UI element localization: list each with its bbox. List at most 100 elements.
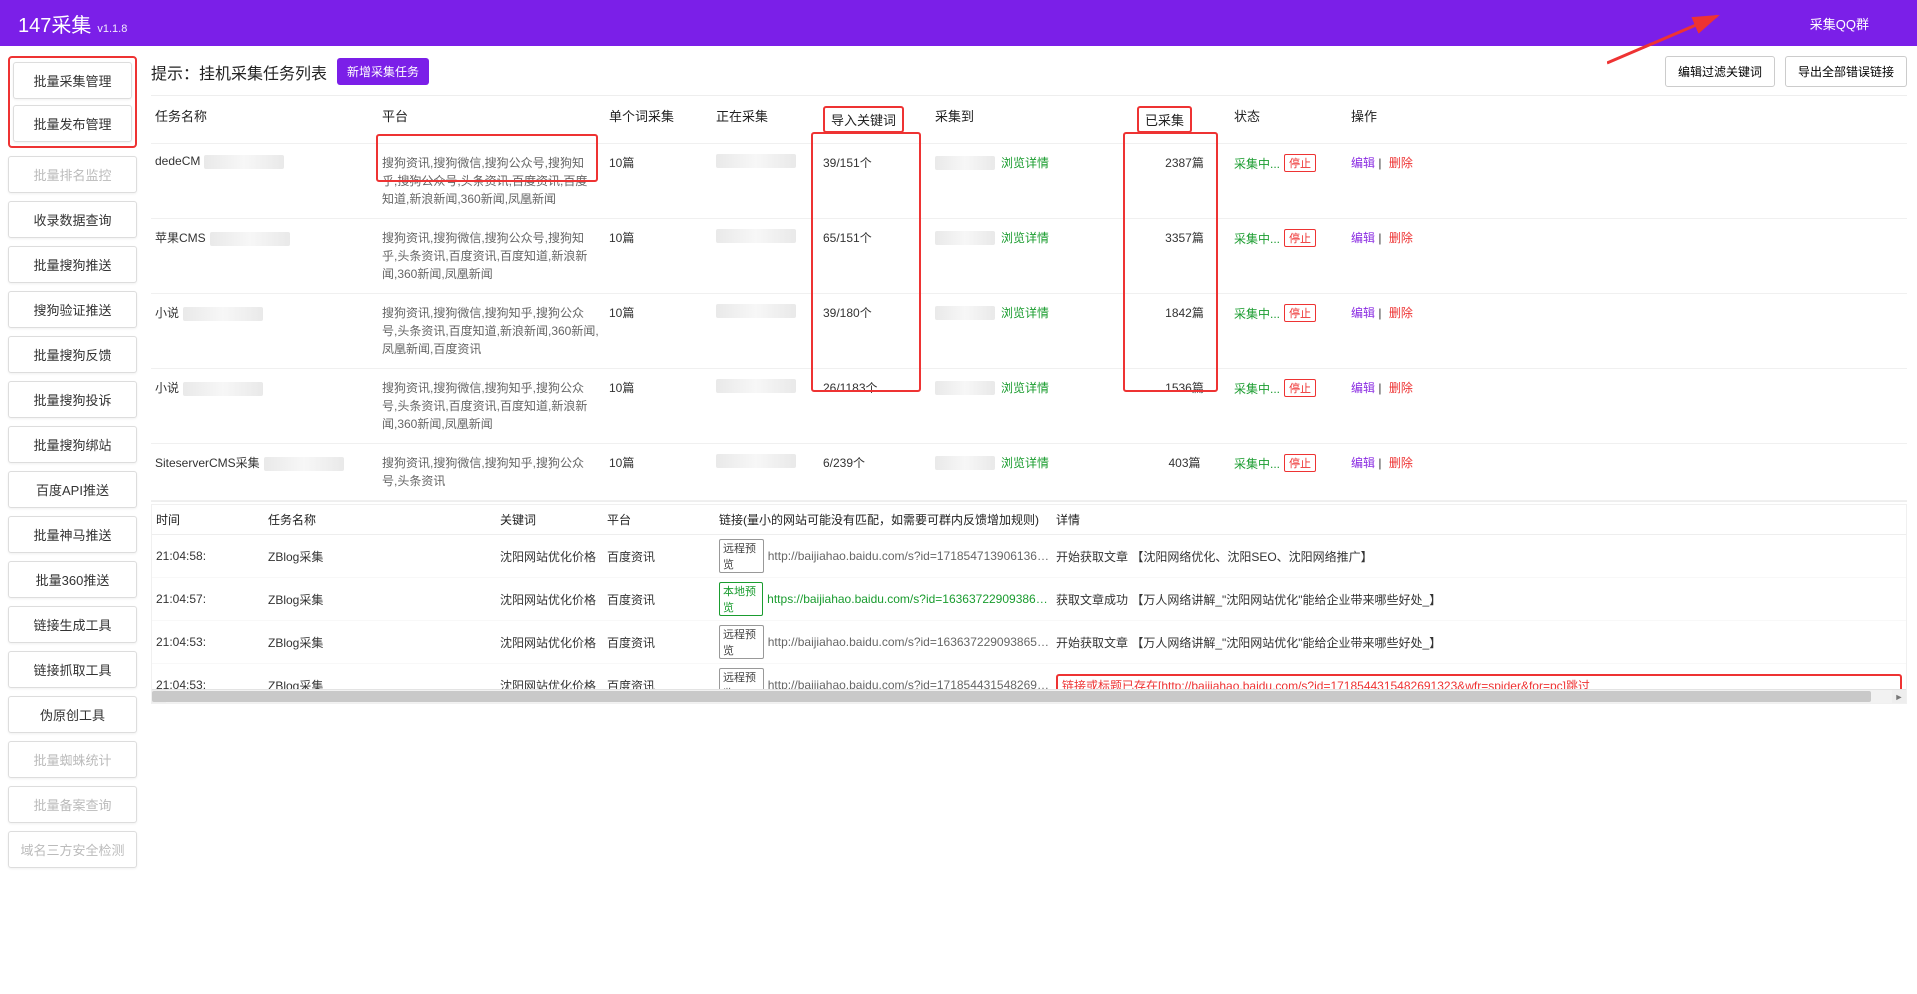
browse-detail-link[interactable]: 浏览详情 xyxy=(1001,229,1049,246)
task-ops: 编辑 | 删除 xyxy=(1351,379,1451,396)
remote-preview-tag[interactable]: 远程预览 xyxy=(719,539,764,573)
blurred-text xyxy=(716,154,796,168)
task-status: 采集中... 停止 xyxy=(1234,154,1349,172)
th-imported-keywords: 导入关键词 xyxy=(823,106,904,133)
status-text: 采集中... xyxy=(1234,305,1280,322)
edit-filter-keywords-button[interactable]: 编辑过滤关键词 xyxy=(1665,56,1775,87)
task-status: 采集中... 停止 xyxy=(1234,379,1349,397)
sidebar-item-sogou-push[interactable]: 批量搜狗推送 xyxy=(8,246,137,283)
remote-preview-tag[interactable]: 远程预览 xyxy=(719,625,764,659)
log-time: 21:04:57: xyxy=(156,592,266,606)
stop-button[interactable]: 停止 xyxy=(1284,229,1316,247)
sidebar-item-sogou-complaint[interactable]: 批量搜狗投诉 xyxy=(8,381,137,418)
blurred-text xyxy=(210,232,290,246)
delete-link[interactable]: 删除 xyxy=(1389,156,1413,170)
export-error-links-button[interactable]: 导出全部错误链接 xyxy=(1785,56,1907,87)
th-collected-to: 采集到 xyxy=(935,106,1135,125)
app-header: 147采集 v1.1.8 采集QQ群 xyxy=(0,0,1917,46)
task-per-word: 10篇 xyxy=(609,154,714,171)
app-version: v1.1.8 xyxy=(97,23,127,35)
log-link: 远程预览 http://baijiahao.baidu.com/s?id=171… xyxy=(719,539,1054,573)
sidebar-item-publish-mgmt[interactable]: 批量发布管理 xyxy=(13,105,132,142)
blurred-text xyxy=(935,156,995,170)
log-task: ZBlog采集 xyxy=(268,634,498,651)
log-row: 21:04:53: ZBlog采集 沈阳网站优化价格 百度资讯 远程预览 htt… xyxy=(152,621,1906,664)
edit-link[interactable]: 编辑 xyxy=(1351,156,1375,170)
status-text: 采集中... xyxy=(1234,155,1280,172)
log-keyword: 沈阳网站优化价格 xyxy=(500,548,605,565)
browse-detail-link[interactable]: 浏览详情 xyxy=(1001,379,1049,396)
stop-button[interactable]: 停止 xyxy=(1284,304,1316,322)
scroll-thumb[interactable] xyxy=(152,691,1871,702)
stop-button[interactable]: 停止 xyxy=(1284,154,1316,172)
log-body[interactable]: 21:04:58: ZBlog采集 沈阳网站优化价格 百度资讯 远程预览 htt… xyxy=(152,535,1906,703)
sidebar-item-collect-mgmt[interactable]: 批量采集管理 xyxy=(13,62,132,99)
edit-link[interactable]: 编辑 xyxy=(1351,381,1375,395)
delete-link[interactable]: 删除 xyxy=(1389,306,1413,320)
task-per-word: 10篇 xyxy=(609,304,714,321)
task-ops: 编辑 | 删除 xyxy=(1351,304,1451,321)
task-collected-to: 浏览详情 xyxy=(935,154,1135,171)
log-detail: 开始获取文章 【沈阳网络优化、沈阳SEO、沈阳网络推广】 xyxy=(1056,548,1902,565)
edit-link[interactable]: 编辑 xyxy=(1351,306,1375,320)
edit-link[interactable]: 编辑 xyxy=(1351,231,1375,245)
sidebar-item-link-gen[interactable]: 链接生成工具 xyxy=(8,606,137,643)
log-detail: 获取文章成功 【万人网络讲解_"沈阳网站优化"能给企业带来哪些好处_】 xyxy=(1056,591,1902,608)
task-per-word: 10篇 xyxy=(609,454,714,471)
browse-detail-link[interactable]: 浏览详情 xyxy=(1001,304,1049,321)
th-collected: 已采集 xyxy=(1137,106,1192,133)
delete-link[interactable]: 删除 xyxy=(1389,231,1413,245)
sidebar-item-sogou-bind[interactable]: 批量搜狗绑站 xyxy=(8,426,137,463)
browse-detail-link[interactable]: 浏览详情 xyxy=(1001,454,1049,471)
local-preview-tag[interactable]: 本地预览 xyxy=(719,582,763,616)
log-url[interactable]: https://baijiahao.baidu.com/s?id=1636372… xyxy=(767,592,1054,606)
th-status: 状态 xyxy=(1234,106,1349,125)
sidebar-item-sogou-verify[interactable]: 搜狗验证推送 xyxy=(8,291,137,328)
task-collected-to: 浏览详情 xyxy=(935,304,1135,321)
sidebar-item-shenma-push[interactable]: 批量神马推送 xyxy=(8,516,137,553)
task-platform: 搜狗资讯,搜狗微信,搜狗知乎,搜狗公众号,头条资讯,百度资讯,百度知道,新浪新闻… xyxy=(382,379,607,433)
log-horizontal-scrollbar[interactable]: ◄ ► xyxy=(152,689,1906,703)
sidebar-item-baidu-api[interactable]: 百度API推送 xyxy=(8,471,137,508)
sidebar-item-link-crawl[interactable]: 链接抓取工具 xyxy=(8,651,137,688)
task-collected: 403篇 xyxy=(1137,454,1232,471)
blurred-text xyxy=(935,231,995,245)
task-ops: 编辑 | 删除 xyxy=(1351,454,1451,471)
task-platform: 搜狗资讯,搜狗微信,搜狗知乎,搜狗公众号,头条资讯,百度知道,新浪新闻,360新… xyxy=(382,304,607,358)
log-platform: 百度资讯 xyxy=(607,634,717,651)
log-time: 21:04:53: xyxy=(156,635,266,649)
log-url[interactable]: http://baijiahao.baidu.com/s?id=17185471… xyxy=(768,549,1054,563)
new-task-button[interactable]: 新增采集任务 xyxy=(337,58,429,85)
task-table: 任务名称 平台 单个词采集 正在采集 导入关键词 采集到 已采集 状态 操作 d… xyxy=(151,95,1907,502)
stop-button[interactable]: 停止 xyxy=(1284,379,1316,397)
log-url[interactable]: http://baijiahao.baidu.com/s?id=16363722… xyxy=(768,635,1054,649)
task-platform: 搜狗资讯,搜狗微信,搜狗公众号,搜狗知乎,搜狗公众号,头条资讯,百度资讯,百度知… xyxy=(382,154,607,208)
sidebar-item-pseudo-orig[interactable]: 伪原创工具 xyxy=(8,696,137,733)
task-collected: 1536篇 xyxy=(1137,379,1232,396)
qq-group-link[interactable]: 采集QQ群 xyxy=(1810,14,1899,33)
task-status: 采集中... 停止 xyxy=(1234,454,1349,472)
log-task: ZBlog采集 xyxy=(268,591,498,608)
task-collected: 2387篇 xyxy=(1137,154,1232,171)
sidebar-item-index-query[interactable]: 收录数据查询 xyxy=(8,201,137,238)
stop-button[interactable]: 停止 xyxy=(1284,454,1316,472)
scroll-right-icon[interactable]: ► xyxy=(1892,690,1906,703)
delete-link[interactable]: 删除 xyxy=(1389,381,1413,395)
edit-link[interactable]: 编辑 xyxy=(1351,456,1375,470)
task-name: dedeCM xyxy=(155,154,380,169)
th-task-name: 任务名称 xyxy=(155,106,380,125)
sidebar-item-sogou-feedback[interactable]: 批量搜狗反馈 xyxy=(8,336,137,373)
task-imported-kw: 6/239个 xyxy=(823,454,933,471)
title-bar: 提示：挂机采集任务列表 新增采集任务 编辑过滤关键词 导出全部错误链接 xyxy=(151,56,1907,87)
delete-link[interactable]: 删除 xyxy=(1389,456,1413,470)
task-row: dedeCM 搜狗资讯,搜狗微信,搜狗公众号,搜狗知乎,搜狗公众号,头条资讯,百… xyxy=(151,144,1907,219)
lth-platform: 平台 xyxy=(607,511,717,528)
task-ops: 编辑 | 删除 xyxy=(1351,229,1451,246)
app-brand: 147采集 v1.1.8 xyxy=(18,9,127,38)
blurred-text xyxy=(716,379,796,393)
log-keyword: 沈阳网站优化价格 xyxy=(500,634,605,651)
ops-separator: | xyxy=(1378,306,1384,320)
sidebar-item-360-push[interactable]: 批量360推送 xyxy=(8,561,137,598)
task-collected-to: 浏览详情 xyxy=(935,379,1135,396)
browse-detail-link[interactable]: 浏览详情 xyxy=(1001,154,1049,171)
